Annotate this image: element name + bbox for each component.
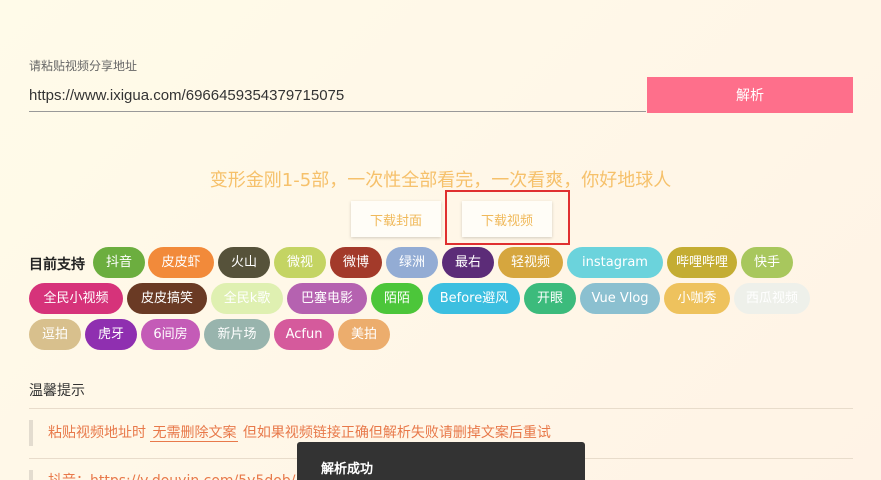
platform-tag-pipixia[interactable]: 皮皮虾 (148, 247, 214, 278)
supported-platforms-label: 目前支持 (29, 257, 85, 273)
platform-tag-huya[interactable]: 虎牙 (85, 319, 137, 350)
url-field-label: 请粘贴视频分享地址 (29, 59, 138, 73)
url-input[interactable] (29, 80, 646, 112)
platform-tag-instagram[interactable]: instagram (567, 247, 663, 278)
success-toast: 解析成功 (297, 442, 585, 480)
download-cover-button[interactable]: 下载封面 (351, 201, 441, 237)
platform-tag-kuaishou[interactable]: 快手 (741, 247, 793, 278)
video-title: 变形金刚1-5部，一次性全部看完，一次看爽，你好地球人 (209, 170, 672, 191)
platform-tag-kaiyan[interactable]: 开眼 (524, 283, 576, 314)
platform-tag-weishi[interactable]: 微视 (274, 247, 326, 278)
tip-emphasis: 无需删除文案 (150, 425, 239, 442)
divider (29, 408, 853, 409)
platform-tag-doupai[interactable]: 逗拍 (29, 319, 81, 350)
tip-text-b: 但如果视频链接正确但解析失败请删掉文案后重试 (242, 425, 551, 441)
platform-tag-momo[interactable]: 陌陌 (371, 283, 423, 314)
tip-line-2: 抖音：https://v.douyin.com/5y5dob/ (29, 470, 295, 480)
platform-tag-basai[interactable]: 巴塞电影 (287, 283, 367, 314)
platform-tag-xigua[interactable]: 西瓜视频 (734, 283, 810, 314)
platform-tag-quanmin[interactable]: 全民小视频 (29, 283, 123, 314)
platform-tag-xiaokaxiu[interactable]: 小咖秀 (664, 283, 730, 314)
platform-tag-6jianfang[interactable]: 6间房 (141, 319, 200, 350)
parse-button[interactable]: 解析 (647, 77, 853, 113)
platform-tag-quanminkge[interactable]: 全民k歌 (211, 283, 283, 314)
tips-title: 温馨提示 (29, 383, 85, 399)
platform-tag-zuiyou[interactable]: 最右 (442, 247, 494, 278)
platform-tag-bilibili[interactable]: 哔哩哔哩 (667, 247, 737, 278)
platform-tag-xinpianchang[interactable]: 新片场 (204, 319, 270, 350)
platform-tag-huoshan[interactable]: 火山 (218, 247, 270, 278)
platform-tag-lvzhou[interactable]: 绿洲 (386, 247, 438, 278)
platform-tag-before[interactable]: Before避风 (428, 283, 520, 314)
platform-tag-meipai[interactable]: 美拍 (338, 319, 390, 350)
platform-tag-douyin[interactable]: 抖音 (93, 247, 145, 278)
platform-tag-pipigaoxiao[interactable]: 皮皮搞笑 (127, 283, 207, 314)
platform-tag-qingshipin[interactable]: 轻视频 (498, 247, 563, 278)
tip-text-a: 粘贴视频地址时 (48, 425, 146, 441)
platform-tag-weibo[interactable]: 微博 (330, 247, 382, 278)
platform-tag-acfun[interactable]: Acfun (274, 319, 334, 350)
platform-tag-vuevlog[interactable]: Vue Vlog (580, 283, 660, 314)
download-video-button[interactable]: 下载视频 (462, 201, 552, 237)
